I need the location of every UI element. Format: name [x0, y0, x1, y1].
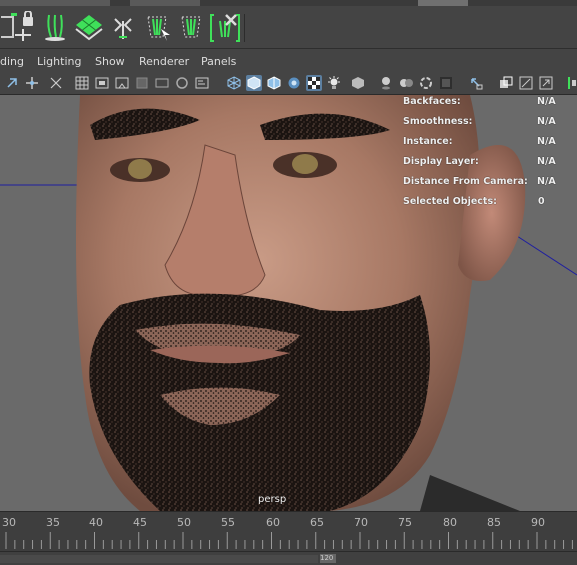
wireframe-on-shaded-icon[interactable]: [266, 75, 282, 91]
menu-panels[interactable]: Panels: [201, 55, 236, 68]
anti-alias-icon[interactable]: [398, 75, 414, 91]
film-gate-icon[interactable]: [94, 75, 110, 91]
hud-value-display-layer: N/A: [537, 156, 556, 167]
sharpen-icon[interactable]: [538, 75, 554, 91]
hud-label-instance: Instance:: [403, 136, 453, 147]
hud-label-selected-objects: Selected Objects:: [403, 196, 497, 207]
hair-brush-icon[interactable]: [40, 10, 70, 44]
tick-label-80: 80: [443, 516, 457, 529]
tool-shelf: [0, 6, 577, 49]
hud-icon[interactable]: [194, 75, 210, 91]
hud-label-distance-from-camera: Distance From Camera:: [403, 176, 528, 187]
square-icon[interactable]: [134, 75, 150, 91]
tick-label-75: 75: [398, 516, 412, 529]
panel-toolbar: [0, 72, 577, 95]
menu-lighting[interactable]: Lighting: [37, 55, 81, 68]
shelf-divider: [244, 14, 245, 42]
tick-label-40: 40: [89, 516, 103, 529]
hud-label-backfaces: Backfaces:: [403, 96, 461, 107]
tick-label-55: 55: [221, 516, 235, 529]
ambient-occlusion-icon[interactable]: [350, 75, 366, 91]
menu-renderer[interactable]: Renderer: [139, 55, 189, 68]
menu-shading[interactable]: ding: [0, 55, 24, 68]
rig-pose-icon[interactable]: [108, 10, 138, 44]
tick-label-45: 45: [133, 516, 147, 529]
hud-value-selected-objects: 0: [538, 196, 545, 207]
component-xray-icon[interactable]: [518, 75, 534, 91]
lock-move-icon[interactable]: [8, 10, 38, 44]
hud-value-backfaces: N/A: [537, 96, 556, 107]
hair-select-icon[interactable]: [142, 10, 172, 44]
delete-hair-icon[interactable]: [210, 10, 240, 44]
time-slider[interactable]: 30 35 40 45 50 55 60 65 70 75 80 85 90: [0, 511, 577, 552]
hud-label-smoothness: Smoothness:: [403, 116, 473, 127]
hud-label-display-layer: Display Layer:: [403, 156, 479, 167]
range-end-field[interactable]: 120: [320, 554, 336, 563]
tick-label-35: 35: [46, 516, 60, 529]
hud-value-smoothness: N/A: [537, 116, 556, 127]
viewport-persp[interactable]: Backfaces: N/A Smoothness: N/A Instance:…: [0, 95, 577, 511]
motion-blur-icon[interactable]: [378, 75, 394, 91]
circle-icon[interactable]: [174, 75, 190, 91]
tick-label-65: 65: [310, 516, 324, 529]
xray-icon[interactable]: [468, 75, 484, 91]
textured-icon[interactable]: [286, 75, 302, 91]
lights-icon[interactable]: [306, 75, 322, 91]
xray-joints-icon[interactable]: [498, 75, 514, 91]
camera-name-label: persp: [258, 494, 287, 505]
tick-label-30: 30: [2, 516, 16, 529]
menu-show[interactable]: Show: [95, 55, 125, 68]
viewport-scene: [0, 95, 577, 511]
frame-icon[interactable]: [48, 75, 64, 91]
range-slider[interactable]: 120: [0, 551, 577, 565]
isolate-icon[interactable]: [438, 75, 454, 91]
tick-label-90: 90: [531, 516, 545, 529]
depth-of-field-icon[interactable]: [418, 75, 434, 91]
grid-plane-icon[interactable]: [74, 10, 104, 44]
camera-select-icon[interactable]: [4, 75, 20, 91]
maya-icon[interactable]: [566, 75, 577, 91]
tick-label-70: 70: [354, 516, 368, 529]
safe-frame-icon[interactable]: [114, 75, 130, 91]
camera-move-icon[interactable]: [24, 75, 40, 91]
tick-label-50: 50: [177, 516, 191, 529]
hud-value-distance-from-camera: N/A: [537, 176, 556, 187]
range-slider-track[interactable]: [0, 555, 318, 563]
tick-label-85: 85: [487, 516, 501, 529]
grid-icon[interactable]: [74, 75, 90, 91]
hair-curve-icon[interactable]: [176, 10, 206, 44]
shadows-icon[interactable]: [326, 75, 342, 91]
smooth-shade-icon[interactable]: [246, 75, 262, 91]
hud-value-instance: N/A: [537, 136, 556, 147]
resolution-gate-icon[interactable]: [154, 75, 170, 91]
tick-label-60: 60: [266, 516, 280, 529]
panel-menubar: ding Lighting Show Renderer Panels: [0, 52, 577, 72]
wireframe-icon[interactable]: [226, 75, 242, 91]
